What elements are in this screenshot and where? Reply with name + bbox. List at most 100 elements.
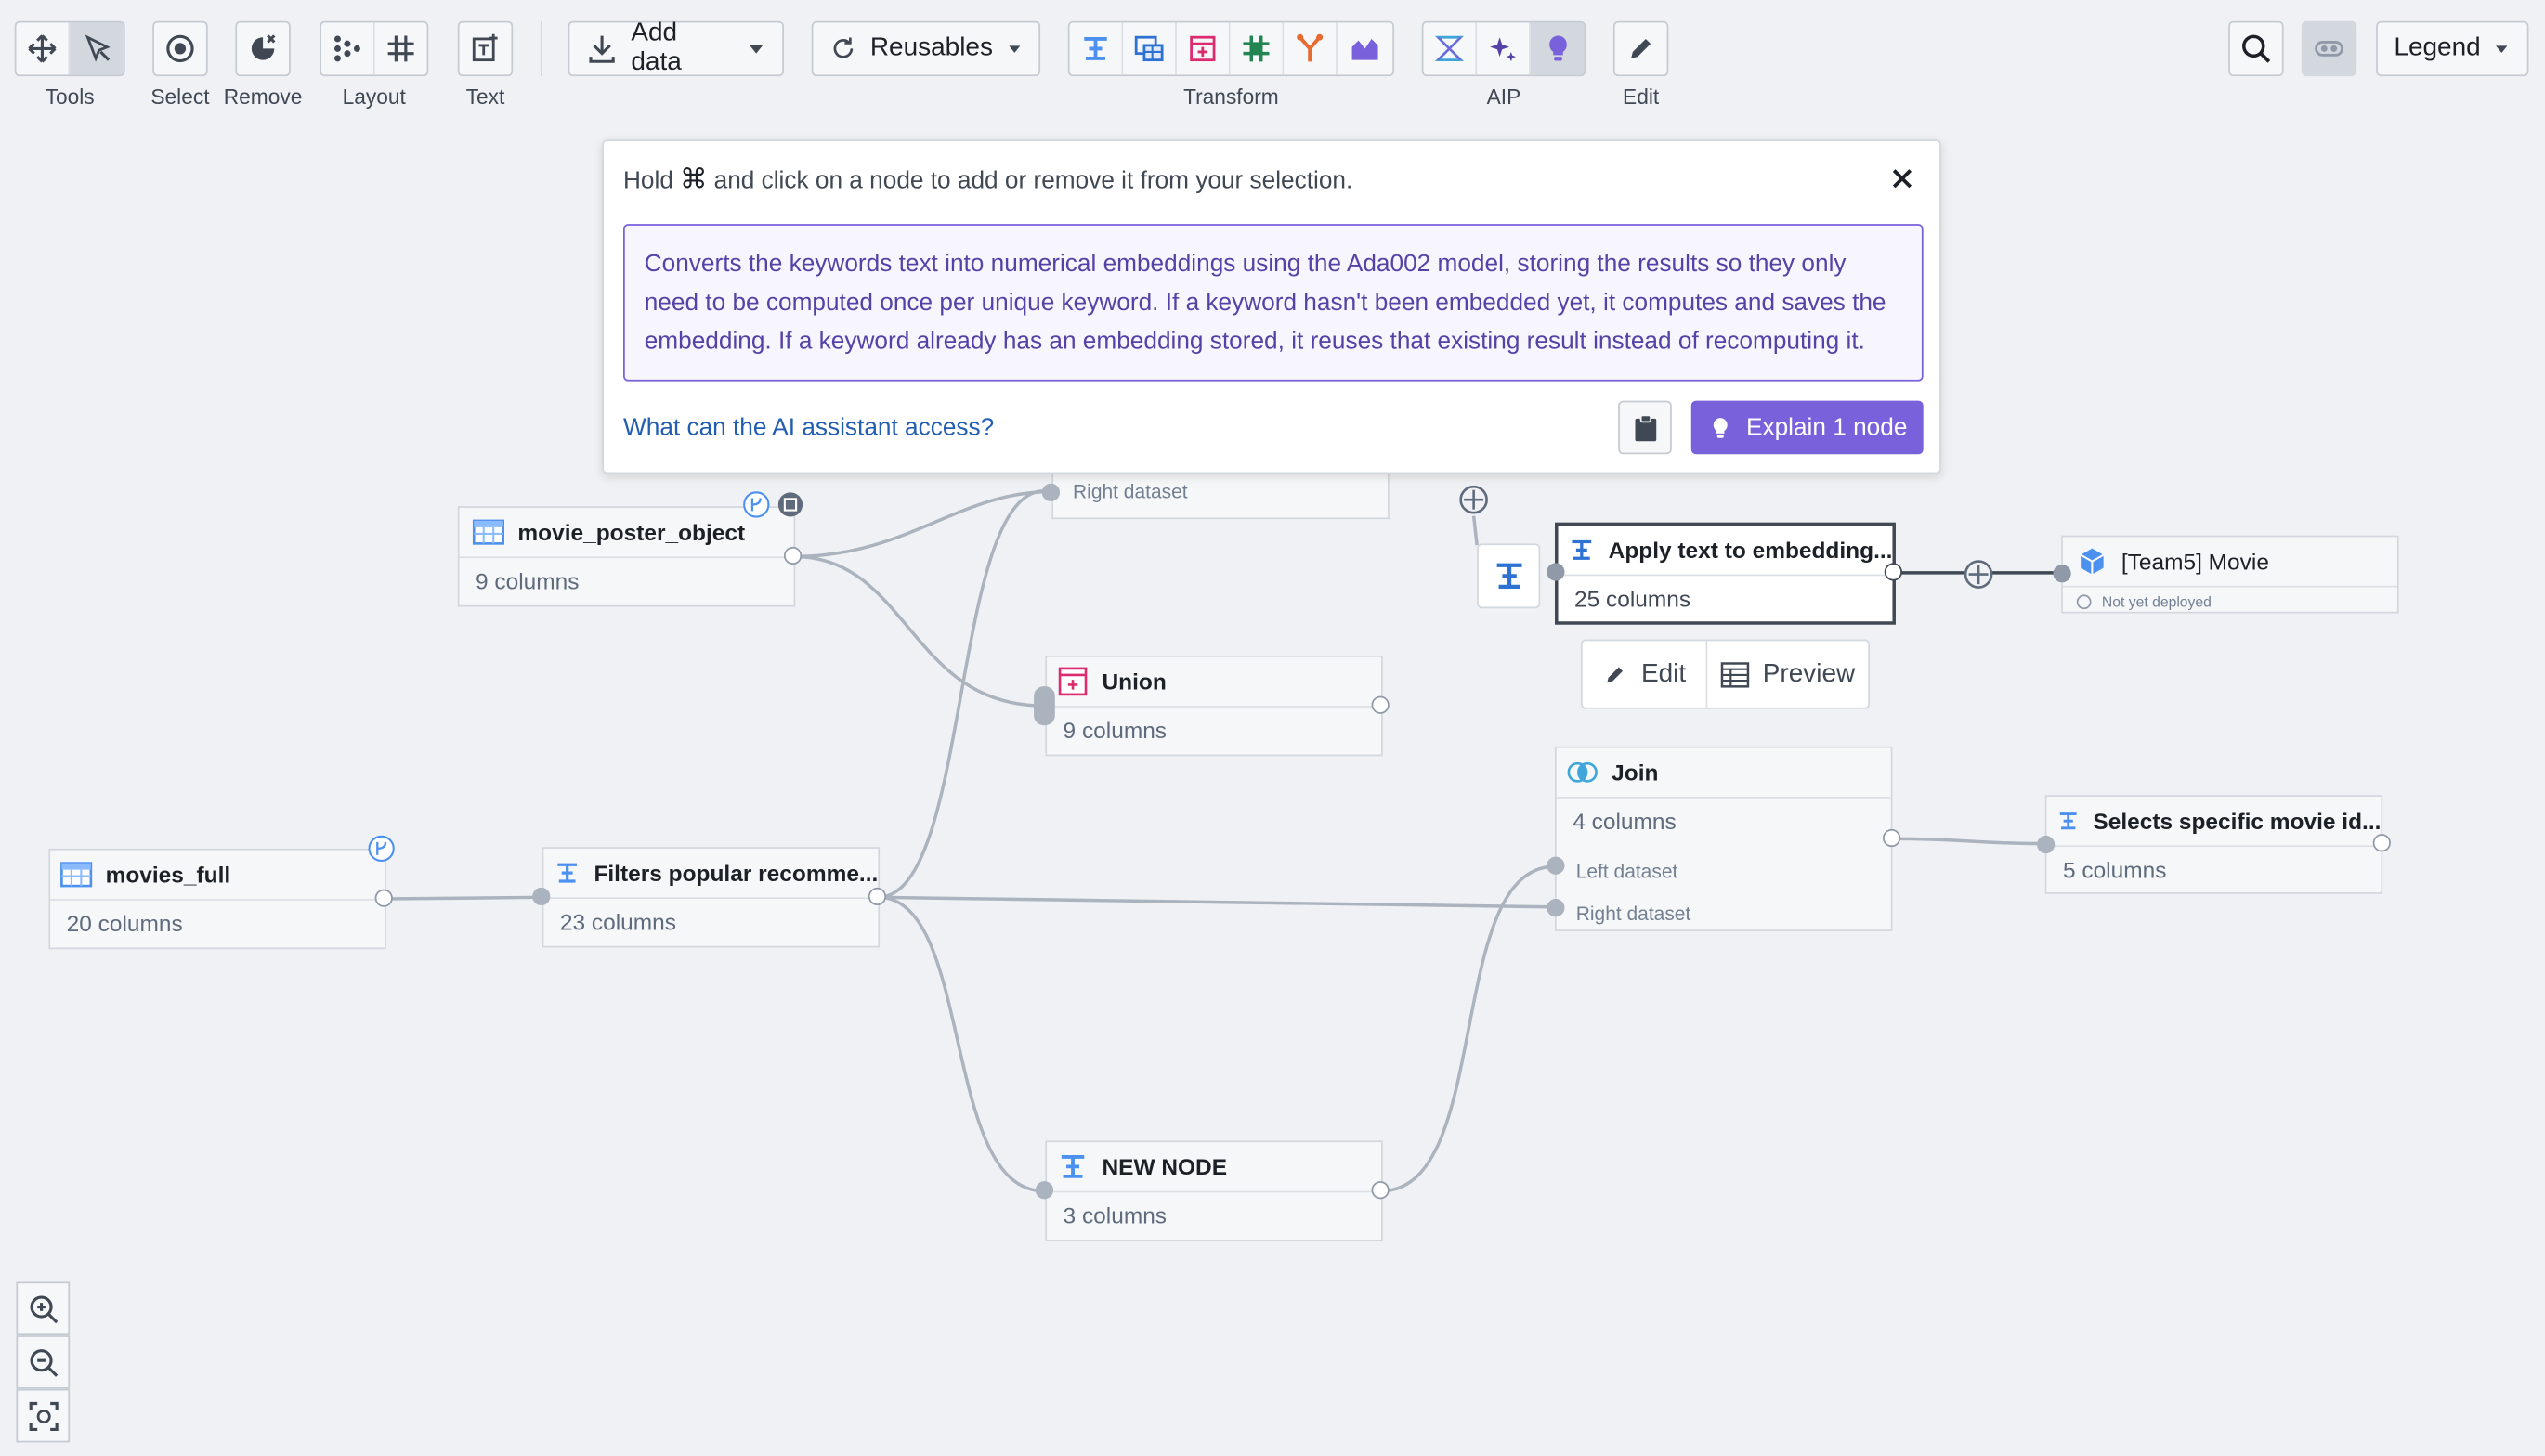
input-handle[interactable] [2036, 835, 2056, 854]
input-handle[interactable] [532, 887, 551, 906]
union-icon [1058, 667, 1088, 696]
branch-badges [743, 491, 803, 518]
union-input-handle[interactable] [1034, 686, 1055, 726]
select-button[interactable] [152, 20, 208, 77]
sparkle-icon [1490, 37, 1517, 62]
edit-button[interactable] [1612, 20, 1669, 77]
fit-view-icon [28, 1401, 58, 1431]
transform-split-button[interactable] [1284, 22, 1338, 75]
node-filters-popular[interactable]: Filters popular recomme... 23 columns [542, 847, 881, 948]
node-team5-movie[interactable]: [Team5] Movie Not yet deployed [2061, 535, 2399, 614]
output-handle[interactable] [1882, 828, 1901, 848]
transform-icon [1084, 37, 1107, 60]
area-chart-icon [1351, 38, 1377, 60]
status-circle-icon [2076, 593, 2092, 609]
legend-label: Legend [2394, 33, 2481, 62]
tools-group [14, 20, 125, 77]
output-handle[interactable] [2372, 834, 2391, 852]
node-title: NEW NODE [1102, 1153, 1228, 1180]
ai-explain-popover: Hold ⌘ and click on a node to add or rem… [602, 139, 1941, 474]
node-column-count: 9 columns [1063, 717, 1168, 744]
toggle-view-button[interactable] [2301, 20, 2357, 77]
search-button[interactable] [2228, 20, 2284, 77]
output-handle[interactable] [868, 887, 887, 906]
lightbulb-icon [1548, 35, 1566, 61]
object-cube-icon [2080, 548, 2105, 575]
output-handle[interactable] [374, 889, 393, 907]
close-button[interactable] [1891, 167, 1913, 198]
transform-union-button[interactable] [1177, 22, 1231, 75]
aip-hourglass-icon [1434, 35, 1465, 62]
node-movie-poster-object[interactable]: movie_poster_object 9 columns [457, 506, 796, 607]
caret-down-icon [750, 45, 764, 54]
input-handle[interactable] [2053, 565, 2071, 583]
lightbulb-icon [1713, 417, 1728, 437]
reusables-dropdown[interactable]: Reusables [811, 20, 1041, 77]
copy-clipboard-button[interactable] [1618, 400, 1672, 455]
aip-generate-button[interactable] [1423, 22, 1478, 75]
transform-chart-button[interactable] [1338, 22, 1391, 74]
right-dataset-port-label: Right dataset [1073, 480, 1188, 503]
node-new-node[interactable]: NEW NODE 3 columns [1045, 1140, 1383, 1242]
zoom-in-button[interactable] [16, 1281, 71, 1336]
zoom-out-button[interactable] [16, 1335, 71, 1389]
node-title: movies_full [105, 861, 231, 888]
aip-explain-button[interactable] [1530, 22, 1585, 75]
layout-group [320, 20, 429, 77]
node-movies-full[interactable]: movies_full 20 columns [48, 848, 386, 950]
right-input-handle[interactable] [1547, 899, 1565, 917]
transform-node-shortcut[interactable] [1477, 543, 1541, 609]
aip-label: AIP [1486, 84, 1521, 110]
transform-icon [1061, 1154, 1085, 1178]
node-column-count: 25 columns [1573, 585, 1691, 612]
output-handle[interactable] [783, 546, 803, 566]
grid-layout-button[interactable] [374, 22, 427, 74]
aip-sparkle-button[interactable] [1477, 22, 1531, 75]
auto-layout-button[interactable] [321, 22, 374, 75]
node-union[interactable]: Union 9 columns [1045, 655, 1383, 757]
select-tool-button[interactable] [70, 22, 124, 75]
node-column-count: 23 columns [559, 908, 676, 935]
output-handle[interactable] [1371, 1181, 1390, 1200]
pan-tool-button[interactable] [16, 22, 71, 75]
ai-access-link[interactable]: What can the AI assistant access? [623, 414, 994, 442]
node-column-count: 3 columns [1063, 1202, 1168, 1228]
input-handle[interactable] [1041, 483, 1061, 501]
selection-hint: Hold ⌘ and click on a node to add or rem… [623, 163, 1352, 196]
node-actions: Edit Preview [1580, 639, 1871, 709]
fit-view-button[interactable] [16, 1388, 71, 1443]
node-column-count: 4 columns [1573, 808, 1677, 835]
output-handle[interactable] [1884, 563, 1902, 581]
input-handle[interactable] [1547, 563, 1565, 581]
node-preview-button[interactable]: Preview [1707, 641, 1868, 708]
pencil-icon [1631, 38, 1651, 58]
node-apply-text-to-embedding[interactable]: Apply text to embedding... 25 columns [1555, 522, 1896, 625]
node-edit-button[interactable]: Edit [1583, 641, 1708, 708]
text-button[interactable] [457, 20, 514, 77]
caret-down-icon [2496, 46, 2509, 54]
node-selects-movie-id[interactable]: Selects specific movie id... 5 columns [2044, 795, 2383, 894]
aip-group [1421, 20, 1586, 77]
transform-table-button[interactable] [1123, 22, 1177, 75]
explain-node-button[interactable]: Explain 1 node [1690, 400, 1924, 455]
clipboard-icon [1634, 413, 1656, 441]
add-data-dropdown[interactable]: Add data [568, 19, 784, 77]
transform-pivot-button[interactable] [1231, 22, 1285, 75]
grid-icon [387, 35, 414, 62]
target-icon [166, 34, 194, 63]
output-handle[interactable] [1371, 696, 1390, 714]
remove-button[interactable] [235, 20, 291, 77]
transform-icon [1572, 540, 1592, 560]
node-column-count: 20 columns [66, 910, 183, 937]
zoom-in-icon [29, 1294, 58, 1323]
add-data-label: Add data [631, 19, 682, 77]
close-icon [1892, 169, 1912, 188]
caret-down-icon [1008, 46, 1020, 53]
left-input-handle[interactable] [1547, 856, 1565, 875]
transform-filter-button[interactable] [1070, 22, 1124, 75]
layout-label: Layout [342, 84, 406, 110]
legend-dropdown[interactable]: Legend [2376, 20, 2529, 77]
node-join[interactable]: Join 4 columns Left dataset Right datase… [1555, 746, 1893, 932]
canvas[interactable]: Tools Select Remove Layout Text Add data… [0, 0, 2545, 1455]
input-handle[interactable] [1035, 1181, 1054, 1200]
